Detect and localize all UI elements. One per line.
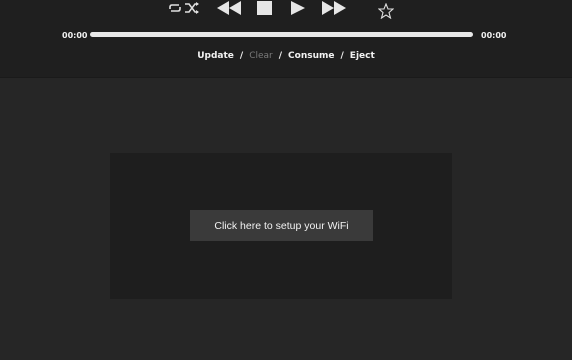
total-time: 00:00 [481, 31, 507, 40]
separator: / [278, 51, 283, 61]
update-link[interactable]: Update [197, 51, 234, 61]
shuffle-icon[interactable] [184, 0, 200, 18]
eject-link[interactable]: Eject [350, 51, 375, 61]
separator: / [239, 51, 244, 61]
clear-link[interactable]: Clear [249, 51, 273, 61]
star-icon[interactable] [377, 1, 395, 21]
previous-icon[interactable] [216, 0, 242, 18]
play-icon[interactable] [290, 0, 306, 18]
queue-actions: Update / Clear / Consume / Eject [0, 51, 572, 61]
player-bar: 00:00 00:00 Update / Clear / Consume / Eject [0, 0, 572, 78]
stop-icon[interactable] [257, 0, 272, 18]
next-icon[interactable] [321, 0, 347, 18]
progress-bar[interactable] [90, 32, 473, 37]
setup-wifi-button[interactable]: Click here to setup your WiFi [190, 210, 373, 241]
elapsed-time: 00:00 [62, 31, 88, 40]
consume-link[interactable]: Consume [288, 51, 334, 61]
separator: / [340, 51, 344, 61]
playback-controls [0, 0, 572, 21]
repeat-icon[interactable] [168, 0, 182, 18]
